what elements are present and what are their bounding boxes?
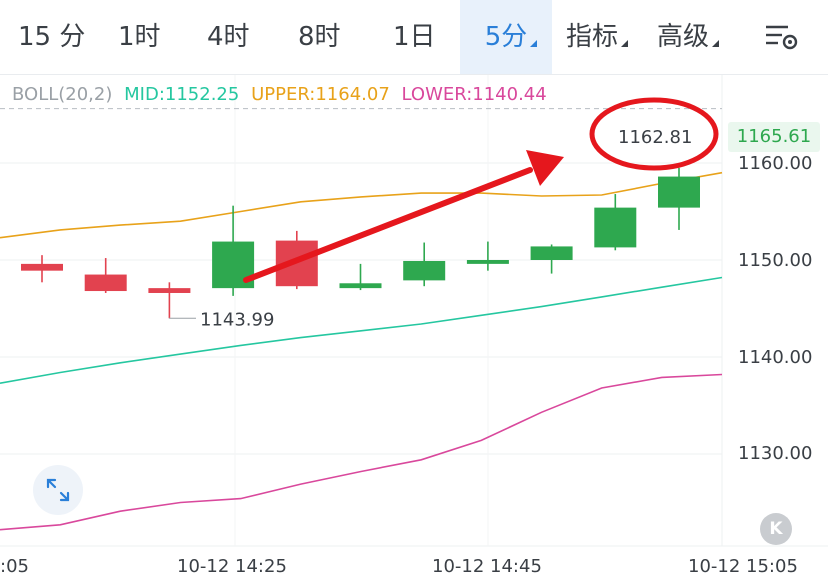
y-axis-label: 1140.00 [738,347,813,368]
boll-upper-label: UPPER: [251,84,316,105]
candle-body [658,176,700,208]
tab-1d[interactable]: 1日 [393,0,436,74]
boll-mid: MID:1152.25 [124,84,239,105]
tab-indicators-label: 指标 [566,22,619,52]
boll-name: BOLL(20,2) [12,84,113,105]
tab-4h[interactable]: 4时 [207,0,250,74]
candle-body [339,283,382,289]
lower-band-line [0,373,723,531]
tab-5m-label: 5分 [484,22,528,52]
tab-advanced[interactable]: 高级 [657,0,719,74]
current-price-tag: 1165.61 [728,122,820,152]
dropdown-triangle-icon [530,40,537,47]
expand-icon [46,478,70,502]
x-axis-label: 10-12 15:05 [688,556,798,577]
candle-body [21,263,63,271]
timeframe-toolbar: 15 分 1时 4时 8时 1日 5分 指标 高级 [0,0,828,75]
tab-8h[interactable]: 8时 [298,0,341,74]
candle-body [530,246,573,260]
x-axis-label: :05 [0,556,29,577]
boll-lower-label: LOWER: [401,84,473,105]
dropdown-triangle-icon [621,40,628,47]
boll-lower-value: 1140.44 [472,84,547,105]
tab-indicators[interactable]: 指标 [566,0,628,74]
x-axis-label: 10-12 14:45 [432,556,542,577]
fullscreen-button[interactable] [33,465,83,515]
y-axis-label: 1150.00 [738,250,813,271]
boll-upper: UPPER:1164.07 [251,84,390,105]
y-axis-label: 1130.00 [738,443,813,464]
boll-mid-value: 1152.25 [164,84,240,105]
boll-upper-value: 1164.07 [315,84,390,105]
mid-band-line [0,276,723,384]
y-axis-label: 1160.00 [738,153,813,174]
boll-lower: LOWER:1140.44 [402,84,547,105]
boll-mid-label: MID: [124,84,165,105]
tab-15m[interactable]: 15 分 [18,0,85,74]
low-price-label: 1143.99 [200,309,274,330]
boll-indicator-line: BOLL(20,2) MID:1152.25 UPPER:1164.07 LOW… [12,84,553,105]
tab-1h[interactable]: 1时 [118,0,161,74]
candle-body [84,274,127,292]
collapse-k-button[interactable]: K [760,513,792,545]
chart-settings-icon[interactable] [762,20,802,54]
dropdown-triangle-icon [712,40,719,47]
candle-body [594,207,637,248]
candle-body [148,288,191,293]
candlesticks [21,167,700,319]
circled-price-label: 1162.81 [618,127,692,148]
tab-5m[interactable]: 5分 [460,0,552,74]
x-axis-label: 10-12 14:25 [177,556,287,577]
tab-advanced-label: 高级 [657,22,710,52]
candle-body [466,260,509,264]
chart-grid [0,74,828,547]
candle-body [403,260,446,281]
